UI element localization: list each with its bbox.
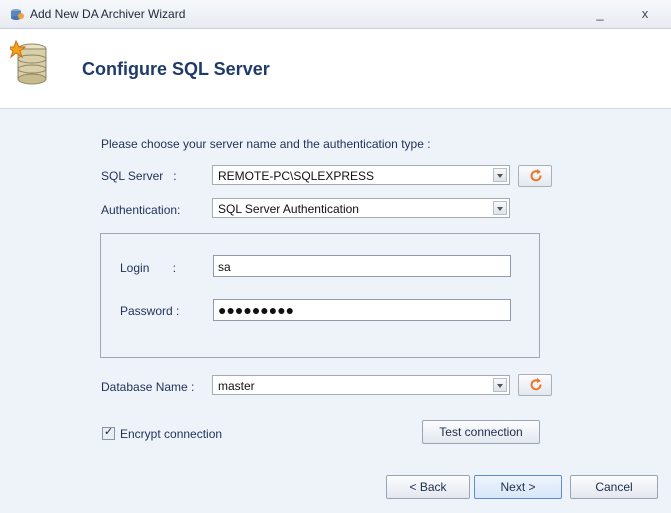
refresh-icon	[530, 378, 542, 391]
title-bar: Add New DA Archiver Wizard _ x	[0, 0, 671, 29]
refresh-database-button[interactable]	[518, 374, 552, 396]
instruction-text: Please choose your server name and the a…	[101, 137, 431, 151]
database-name-dropdown[interactable]: master	[212, 375, 510, 395]
login-label: Login :	[120, 261, 177, 275]
refresh-server-button[interactable]	[518, 165, 552, 187]
app-icon	[11, 9, 24, 20]
password-label: Password :	[120, 304, 180, 318]
wizard-content: Please choose your server name and the a…	[0, 109, 671, 513]
minimize-button[interactable]: _	[587, 4, 613, 24]
database-icon	[10, 39, 47, 85]
authentication-value: SQL Server Authentication	[218, 202, 359, 216]
database-name-label: Database Name :	[101, 380, 195, 394]
password-input[interactable]: ●●●●●●●●●	[213, 299, 511, 321]
window-title: Add New DA Archiver Wizard	[30, 7, 186, 21]
database-name-value: master	[218, 379, 255, 393]
wizard-header: Configure SQL Server	[0, 29, 671, 109]
chevron-down-icon[interactable]	[493, 378, 507, 392]
test-connection-button[interactable]: Test connection	[422, 420, 540, 444]
back-button[interactable]: < Back	[386, 475, 470, 499]
credentials-group: Login : sa Password : ●●●●●●●●●	[100, 233, 540, 358]
refresh-icon	[530, 169, 542, 182]
page-title: Configure SQL Server	[82, 59, 270, 79]
sql-server-dropdown[interactable]: REMOTE-PC\SQLEXPRESS	[212, 165, 510, 185]
sql-server-value: REMOTE-PC\SQLEXPRESS	[218, 169, 375, 183]
encrypt-connection-checkbox[interactable]	[102, 425, 115, 440]
cancel-button[interactable]: Cancel	[570, 475, 658, 499]
next-button[interactable]: Next >	[474, 475, 562, 499]
authentication-label: Authentication:	[101, 203, 181, 217]
close-button[interactable]: x	[632, 4, 658, 24]
authentication-dropdown[interactable]: SQL Server Authentication	[212, 198, 510, 218]
login-input[interactable]: sa	[213, 255, 511, 277]
chevron-down-icon[interactable]	[493, 168, 507, 182]
encrypt-connection-label[interactable]: Encrypt connection	[120, 427, 222, 441]
chevron-down-icon[interactable]	[493, 201, 507, 215]
password-mask: ●●●●●●●●●	[218, 302, 295, 318]
login-value: sa	[218, 260, 231, 274]
sql-server-label: SQL Server :	[101, 169, 177, 183]
